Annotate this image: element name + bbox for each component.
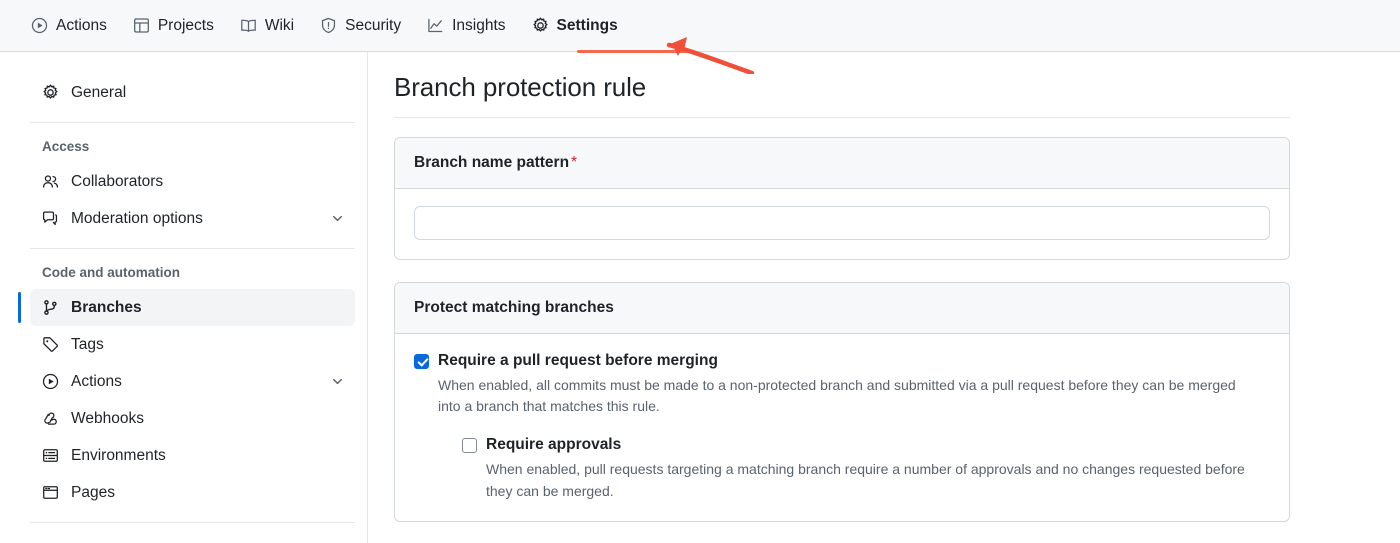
settings-tab-underline bbox=[577, 50, 695, 53]
title-divider bbox=[394, 117, 1290, 118]
branch-name-pattern-header: Branch name pattern * bbox=[395, 138, 1289, 189]
option-require-approvals[interactable]: Require approvals When enabled, pull req… bbox=[462, 435, 1270, 501]
option-text-block: Require approvals When enabled, pull req… bbox=[486, 435, 1270, 501]
tag-icon bbox=[42, 336, 59, 353]
gear-icon bbox=[532, 17, 549, 34]
sidebar-item-tags[interactable]: Tags bbox=[30, 326, 355, 363]
sidebar-group-title-access: Access bbox=[42, 139, 90, 154]
chevron-down-icon[interactable] bbox=[329, 211, 345, 227]
sub-options: Require approvals When enabled, pull req… bbox=[438, 435, 1270, 501]
graph-icon bbox=[427, 17, 444, 34]
nav-tab-label: Settings bbox=[556, 16, 618, 34]
server-icon bbox=[42, 447, 59, 464]
option-text-block: Require a pull request before merging Wh… bbox=[438, 351, 1270, 502]
sidebar-item-label: Branches bbox=[71, 298, 142, 316]
protect-matching-branches-card: Protect matching branches Require a pull… bbox=[394, 282, 1290, 522]
protect-matching-branches-body: Require a pull request before merging Wh… bbox=[395, 334, 1289, 521]
sidebar-item-pages[interactable]: Pages bbox=[30, 474, 355, 511]
play-circle-icon bbox=[31, 17, 48, 34]
checkbox-require-approvals[interactable] bbox=[462, 438, 477, 454]
sidebar-item-collaborators[interactable]: Collaborators bbox=[30, 163, 355, 200]
nav-tab-label: Security bbox=[345, 16, 402, 34]
git-branch-icon bbox=[42, 299, 59, 316]
main-content: Branch protection rule Branch name patte… bbox=[368, 52, 1400, 543]
sidebar-divider bbox=[30, 522, 355, 523]
nav-tab-wiki[interactable]: Wiki bbox=[227, 0, 307, 52]
sidebar-item-label: Tags bbox=[71, 335, 104, 353]
option-description: When enabled, pull requests targeting a … bbox=[486, 461, 1245, 499]
comment-icon bbox=[42, 210, 59, 227]
nav-tab-settings[interactable]: Settings bbox=[519, 0, 631, 52]
sidebar-item-actions[interactable]: Actions bbox=[30, 363, 355, 400]
sidebar-group-title-code-and-automation: Code and automation bbox=[42, 265, 180, 280]
settings-sidebar: General Access Collaborators Moderation … bbox=[0, 52, 368, 543]
branch-name-pattern-label: Branch name pattern bbox=[414, 154, 570, 171]
required-marker: * bbox=[571, 154, 578, 171]
shield-icon bbox=[320, 17, 337, 34]
webhook-icon bbox=[42, 410, 59, 427]
nav-tab-label: Insights bbox=[452, 16, 506, 34]
option-label: Require a pull request before merging bbox=[438, 352, 718, 369]
sidebar-item-label: Pages bbox=[71, 483, 115, 501]
sidebar-item-label: Actions bbox=[71, 372, 122, 390]
sidebar-item-branches[interactable]: Branches bbox=[18, 289, 355, 326]
play-circle-icon bbox=[42, 373, 59, 390]
nav-tab-actions[interactable]: Actions bbox=[18, 0, 120, 52]
sidebar-item-label: Webhooks bbox=[71, 409, 144, 427]
sidebar-item-label: Moderation options bbox=[71, 209, 203, 227]
people-icon bbox=[42, 173, 59, 190]
table-icon bbox=[133, 17, 150, 34]
sidebar-item-moderation-options[interactable]: Moderation options bbox=[30, 200, 355, 237]
page-body: General Access Collaborators Moderation … bbox=[0, 52, 1400, 543]
sidebar-item-label: Collaborators bbox=[71, 172, 164, 190]
nav-tab-label: Projects bbox=[157, 16, 214, 34]
gear-icon bbox=[42, 84, 59, 101]
branch-name-pattern-input[interactable] bbox=[414, 206, 1270, 240]
sidebar-item-label: General bbox=[71, 83, 127, 101]
browser-icon bbox=[42, 484, 59, 501]
option-description: When enabled, all commits must be made t… bbox=[438, 376, 1236, 415]
sidebar-item-general[interactable]: General bbox=[30, 74, 355, 111]
book-icon bbox=[240, 17, 257, 34]
nav-tab-label: Wiki bbox=[264, 16, 295, 34]
sidebar-item-webhooks[interactable]: Webhooks bbox=[30, 400, 355, 437]
option-require-pull-request[interactable]: Require a pull request before merging Wh… bbox=[414, 351, 1270, 502]
branch-name-pattern-body bbox=[395, 189, 1289, 259]
sidebar-item-label: Environments bbox=[71, 446, 166, 464]
branch-name-pattern-card: Branch name pattern * bbox=[394, 137, 1290, 260]
chevron-down-icon[interactable] bbox=[329, 374, 345, 390]
nav-tab-projects[interactable]: Projects bbox=[120, 0, 227, 52]
checkbox-require-pull-request[interactable] bbox=[414, 354, 429, 369]
page-title: Branch protection rule bbox=[394, 72, 647, 102]
protect-matching-branches-header: Protect matching branches bbox=[395, 283, 1289, 334]
nav-tab-security[interactable]: Security bbox=[307, 0, 414, 52]
nav-tab-insights[interactable]: Insights bbox=[414, 0, 518, 52]
repository-nav-bar: Actions Projects Wiki Security Insights … bbox=[0, 0, 1400, 74]
sidebar-item-environments[interactable]: Environments bbox=[30, 437, 355, 474]
nav-tab-label: Actions bbox=[56, 16, 107, 34]
option-label: Require approvals bbox=[486, 436, 622, 454]
